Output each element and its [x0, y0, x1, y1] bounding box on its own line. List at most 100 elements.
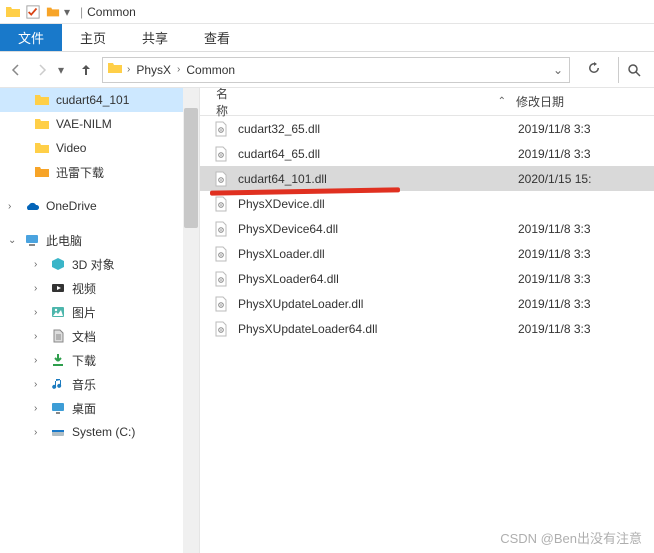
file-name: cudart32_65.dll [238, 122, 518, 136]
tab-file[interactable]: 文件 [0, 24, 62, 51]
forward-button[interactable] [32, 60, 52, 80]
folder-small-icon[interactable] [44, 3, 62, 21]
file-name: PhysXDevice64.dll [238, 222, 518, 236]
sidebar-item[interactable]: › 视频 [0, 276, 199, 300]
expand-icon[interactable]: › [34, 427, 44, 438]
window-title: Common [87, 5, 136, 19]
dll-file-icon [212, 170, 230, 188]
file-row[interactable]: PhysXDevice.dll [200, 191, 654, 216]
expand-icon[interactable]: › [34, 283, 44, 294]
dll-file-icon [212, 245, 230, 263]
documents-icon [50, 328, 66, 344]
file-date: 2019/11/8 3:3 [518, 247, 591, 261]
address-dropdown-icon[interactable]: ⌄ [553, 63, 565, 77]
expand-icon[interactable]: › [8, 201, 18, 212]
file-date: 2019/11/8 3:3 [518, 147, 591, 161]
scrollbar-thumb[interactable] [184, 108, 198, 228]
title-separator: | [80, 5, 83, 19]
sidebar-item[interactable]: › 文档 [0, 324, 199, 348]
sidebar-item-onedrive[interactable]: › OneDrive [0, 194, 199, 218]
file-date: 2020/1/15 15: [518, 172, 591, 186]
check-icon[interactable] [24, 3, 42, 21]
tab-home[interactable]: 主页 [62, 24, 124, 51]
file-name: cudart64_101.dll [238, 172, 518, 186]
breadcrumb-item[interactable]: Common [184, 63, 237, 77]
file-row[interactable]: PhysXDevice64.dll2019/11/8 3:3 [200, 216, 654, 241]
file-name: cudart64_65.dll [238, 147, 518, 161]
sidebar-item-label: 视频 [72, 280, 96, 297]
dll-file-icon [212, 145, 230, 163]
file-row[interactable]: PhysXLoader.dll2019/11/8 3:3 [200, 241, 654, 266]
tab-share[interactable]: 共享 [124, 24, 186, 51]
qat-dropdown-icon[interactable]: ▾ [64, 5, 76, 19]
music-icon [50, 376, 66, 392]
folder-icon [34, 140, 50, 156]
refresh-button[interactable] [586, 60, 602, 79]
file-row[interactable]: PhysXUpdateLoader.dll2019/11/8 3:3 [200, 291, 654, 316]
file-date: 2019/11/8 3:3 [518, 322, 591, 336]
column-date[interactable]: 修改日期 [506, 93, 564, 110]
breadcrumb-item[interactable]: PhysX [134, 63, 173, 77]
watermark: CSDN @Ben出没有注意 [500, 528, 642, 547]
nav-buttons: ▾ [6, 60, 96, 80]
pictures-icon [50, 304, 66, 320]
content-area: cudart64_101 VAE-NILM Video 迅雷下载 › OneDr… [0, 88, 654, 553]
up-button[interactable] [76, 60, 96, 80]
drive-icon [50, 424, 66, 440]
sidebar-item-selected[interactable]: cudart64_101 [0, 88, 199, 112]
expand-icon[interactable]: › [34, 307, 44, 318]
file-row[interactable]: cudart32_65.dll2019/11/8 3:3 [200, 116, 654, 141]
chevron-right-icon[interactable]: › [127, 64, 130, 75]
expand-icon[interactable]: › [34, 259, 44, 270]
file-date: 2019/11/8 3:3 [518, 222, 591, 236]
file-date: 2019/11/8 3:3 [518, 297, 591, 311]
address-bar[interactable]: › PhysX › Common ⌄ [102, 57, 570, 83]
sidebar-item-thispc[interactable]: ⌄ 此电脑 [0, 228, 199, 252]
file-name: PhysXUpdateLoader.dll [238, 297, 518, 311]
chevron-right-icon[interactable]: › [177, 64, 180, 75]
file-row[interactable]: PhysXUpdateLoader64.dll2019/11/8 3:3 [200, 316, 654, 341]
desktop-icon [50, 400, 66, 416]
folder-icon [34, 164, 50, 180]
file-row[interactable]: cudart64_101.dll2020/1/15 15: [200, 166, 654, 191]
sidebar-item-label: 此电脑 [46, 232, 82, 249]
sidebar-item[interactable]: › 下载 [0, 348, 199, 372]
dll-file-icon [212, 320, 230, 338]
sidebar-item[interactable]: › 桌面 [0, 396, 199, 420]
file-name: PhysXUpdateLoader64.dll [238, 322, 518, 336]
scrollbar[interactable] [183, 88, 199, 553]
sidebar-item[interactable]: › System (C:) [0, 420, 199, 444]
history-dropdown-icon[interactable]: ▾ [58, 63, 70, 77]
column-headers: 名称 ⌃ 修改日期 [200, 88, 654, 116]
sidebar-item-label: System (C:) [72, 425, 135, 439]
dll-file-icon [212, 270, 230, 288]
sidebar-item-label: OneDrive [46, 199, 97, 213]
expand-icon[interactable]: › [34, 331, 44, 342]
file-row[interactable]: cudart64_65.dll2019/11/8 3:3 [200, 141, 654, 166]
expand-icon[interactable]: › [34, 355, 44, 366]
back-button[interactable] [6, 60, 26, 80]
3d-objects-icon [50, 256, 66, 272]
sidebar-item-label: 文档 [72, 328, 96, 345]
file-name: PhysXLoader64.dll [238, 272, 518, 286]
onedrive-icon [24, 198, 40, 214]
sidebar-item[interactable]: › 音乐 [0, 372, 199, 396]
search-button[interactable] [618, 57, 648, 83]
expand-icon[interactable]: › [34, 379, 44, 390]
collapse-icon[interactable]: ⌄ [8, 235, 18, 246]
file-date: 2019/11/8 3:3 [518, 272, 591, 286]
sidebar-item[interactable]: Video [0, 136, 199, 160]
column-name[interactable]: 名称 ⌃ [200, 88, 506, 119]
sidebar-item[interactable]: 迅雷下载 [0, 160, 199, 184]
pc-icon [24, 232, 40, 248]
address-row: ▾ › PhysX › Common ⌄ [0, 52, 654, 88]
sidebar-item[interactable]: › 图片 [0, 300, 199, 324]
tab-view[interactable]: 查看 [186, 24, 248, 51]
videos-icon [50, 280, 66, 296]
file-row[interactable]: PhysXLoader64.dll2019/11/8 3:3 [200, 266, 654, 291]
sidebar-item[interactable]: VAE-NILM [0, 112, 199, 136]
sidebar-item-label: cudart64_101 [56, 93, 129, 107]
sidebar-item[interactable]: › 3D 对象 [0, 252, 199, 276]
expand-icon[interactable]: › [34, 403, 44, 414]
file-name: PhysXDevice.dll [238, 197, 518, 211]
